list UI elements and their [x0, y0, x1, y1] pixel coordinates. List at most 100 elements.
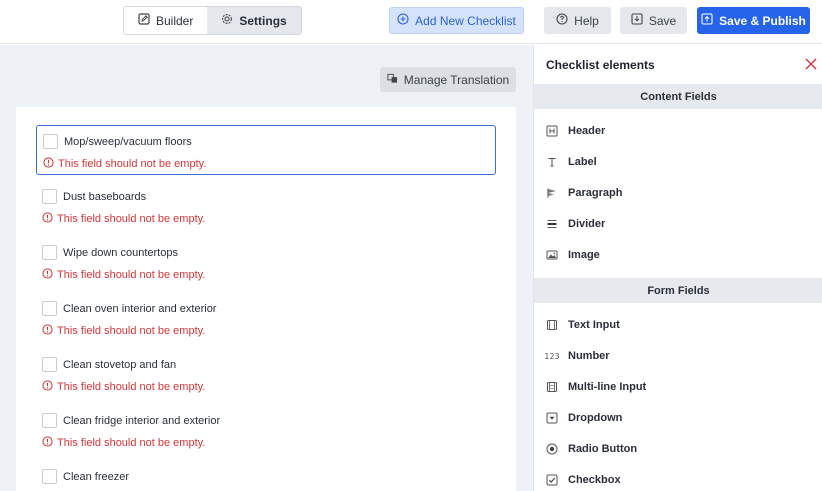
form-fields-header: Form Fields [534, 278, 822, 303]
checklist-form: Mop/sweep/vacuum floors This field shoul… [16, 107, 516, 491]
error-text: This field should not be empty. [57, 269, 206, 281]
item-checkbox[interactable] [42, 301, 57, 316]
element-divider[interactable]: Divider [546, 218, 605, 230]
edit-icon [138, 13, 150, 28]
header-icon [546, 125, 558, 137]
translate-icon [387, 73, 398, 87]
checklist-elements-panel: Checklist elements Content Fields Header… [533, 45, 822, 491]
item-error: This field should not be empty. [42, 380, 205, 394]
checkbox-icon [546, 474, 558, 486]
upload-icon [701, 13, 713, 28]
plus-circle-icon [397, 13, 409, 28]
add-new-checklist-label: Add New Checklist [415, 13, 516, 28]
item-label: Clean freezer [63, 470, 130, 483]
element-image-label: Image [568, 249, 600, 261]
error-icon [42, 380, 53, 394]
label-icon [546, 156, 558, 168]
element-checkbox[interactable]: Checkbox [546, 474, 621, 486]
save-and-publish-label: Save & Publish [719, 13, 806, 28]
save-and-publish-button[interactable]: Save & Publish [697, 7, 810, 34]
add-new-checklist-button[interactable]: Add New Checklist [389, 7, 524, 34]
content-fields-header: Content Fields [534, 84, 822, 109]
checklist-item[interactable]: Wipe down countertops This field should … [36, 237, 496, 287]
item-label: Clean stovetop and fan [63, 358, 177, 371]
help-label: Help [574, 13, 599, 28]
item-checkbox[interactable] [42, 413, 57, 428]
item-label: Wipe down countertops [63, 246, 178, 259]
help-button[interactable]: Help [544, 7, 611, 34]
item-error: This field should not be empty. [43, 157, 206, 171]
checklist-item[interactable]: Clean oven interior and exterior This fi… [36, 293, 496, 343]
item-label: Clean fridge interior and exterior [63, 414, 221, 427]
element-header-label: Header [568, 125, 606, 137]
item-error: This field should not be empty. [42, 324, 205, 338]
checklist-item[interactable]: Dust baseboards This field should not be… [36, 181, 496, 231]
divider-icon [546, 218, 558, 230]
element-multiline-input[interactable]: Multi-line Input [546, 381, 646, 393]
element-paragraph-label: Paragraph [568, 187, 623, 199]
save-label: Save [648, 13, 677, 28]
element-dropdown-label: Dropdown [568, 412, 623, 424]
item-error: This field should not be empty. [42, 268, 205, 282]
element-dropdown[interactable]: Dropdown [546, 412, 622, 424]
manage-translation-label: Manage Translation [403, 72, 510, 87]
error-text: This field should not be empty. [57, 381, 206, 393]
save-button[interactable]: Save [620, 7, 687, 34]
element-text-input[interactable]: Text Input [546, 319, 620, 331]
item-checkbox[interactable] [42, 357, 57, 372]
element-number-label: Number [568, 350, 610, 362]
view-switcher: Builder Settings [123, 6, 302, 35]
element-label-label: Label [568, 156, 597, 168]
item-checkbox[interactable] [42, 469, 57, 484]
checklist-item[interactable]: Clean freezer [36, 461, 496, 491]
element-label[interactable]: Label [546, 156, 597, 168]
error-icon [42, 268, 53, 282]
checklist-item[interactable]: Clean fridge interior and exterior This … [36, 405, 496, 455]
checklist-item[interactable]: Mop/sweep/vacuum floors This field shoul… [36, 125, 496, 175]
error-icon [42, 436, 53, 450]
item-checkbox[interactable] [42, 189, 57, 204]
builder-tab[interactable]: Builder [124, 7, 208, 34]
manage-translation-button[interactable]: Manage Translation [380, 67, 516, 92]
element-checkbox-label: Checkbox [568, 474, 621, 486]
top-toolbar: Builder Settings Add New Checklist Help … [0, 0, 822, 44]
number-icon: 123 [544, 351, 560, 361]
error-icon [43, 157, 54, 171]
element-radio-button[interactable]: Radio Button [546, 443, 637, 455]
help-icon [556, 13, 568, 28]
multiline-input-icon [546, 381, 558, 393]
error-text: This field should not be empty. [57, 213, 206, 225]
radio-button-icon [546, 443, 558, 455]
error-text: This field should not be empty. [58, 158, 207, 170]
builder-tab-label: Builder [156, 13, 194, 28]
element-radio-button-label: Radio Button [568, 443, 638, 455]
settings-tab-label: Settings [239, 13, 287, 28]
checklist-item[interactable]: Clean stovetop and fan This field should… [36, 349, 496, 399]
paragraph-icon [546, 187, 558, 199]
panel-title: Checklist elements [546, 58, 655, 72]
image-icon [546, 249, 558, 261]
item-label: Dust baseboards [63, 190, 147, 203]
item-error: This field should not be empty. [42, 436, 205, 450]
item-checkbox[interactable] [43, 134, 58, 149]
item-checkbox[interactable] [42, 245, 57, 260]
element-multiline-input-label: Multi-line Input [568, 381, 647, 393]
element-header[interactable]: Header [546, 125, 605, 137]
builder-canvas: Manage Translation Mop/sweep/vacuum floo… [0, 45, 533, 491]
element-image[interactable]: Image [546, 249, 600, 261]
error-icon [42, 212, 53, 226]
close-icon[interactable] [804, 57, 818, 71]
error-text: This field should not be empty. [57, 325, 206, 337]
element-divider-label: Divider [568, 218, 606, 230]
element-number[interactable]: 123 Number [544, 350, 610, 362]
error-icon [42, 324, 53, 338]
settings-tab[interactable]: Settings [207, 7, 301, 34]
dropdown-icon [546, 412, 558, 424]
element-text-input-label: Text Input [568, 319, 620, 331]
item-label: Mop/sweep/vacuum floors [64, 135, 192, 148]
save-icon [631, 13, 643, 28]
element-paragraph[interactable]: Paragraph [546, 187, 622, 199]
text-input-icon [546, 319, 558, 331]
gear-icon [221, 13, 233, 28]
item-error: This field should not be empty. [42, 212, 205, 226]
